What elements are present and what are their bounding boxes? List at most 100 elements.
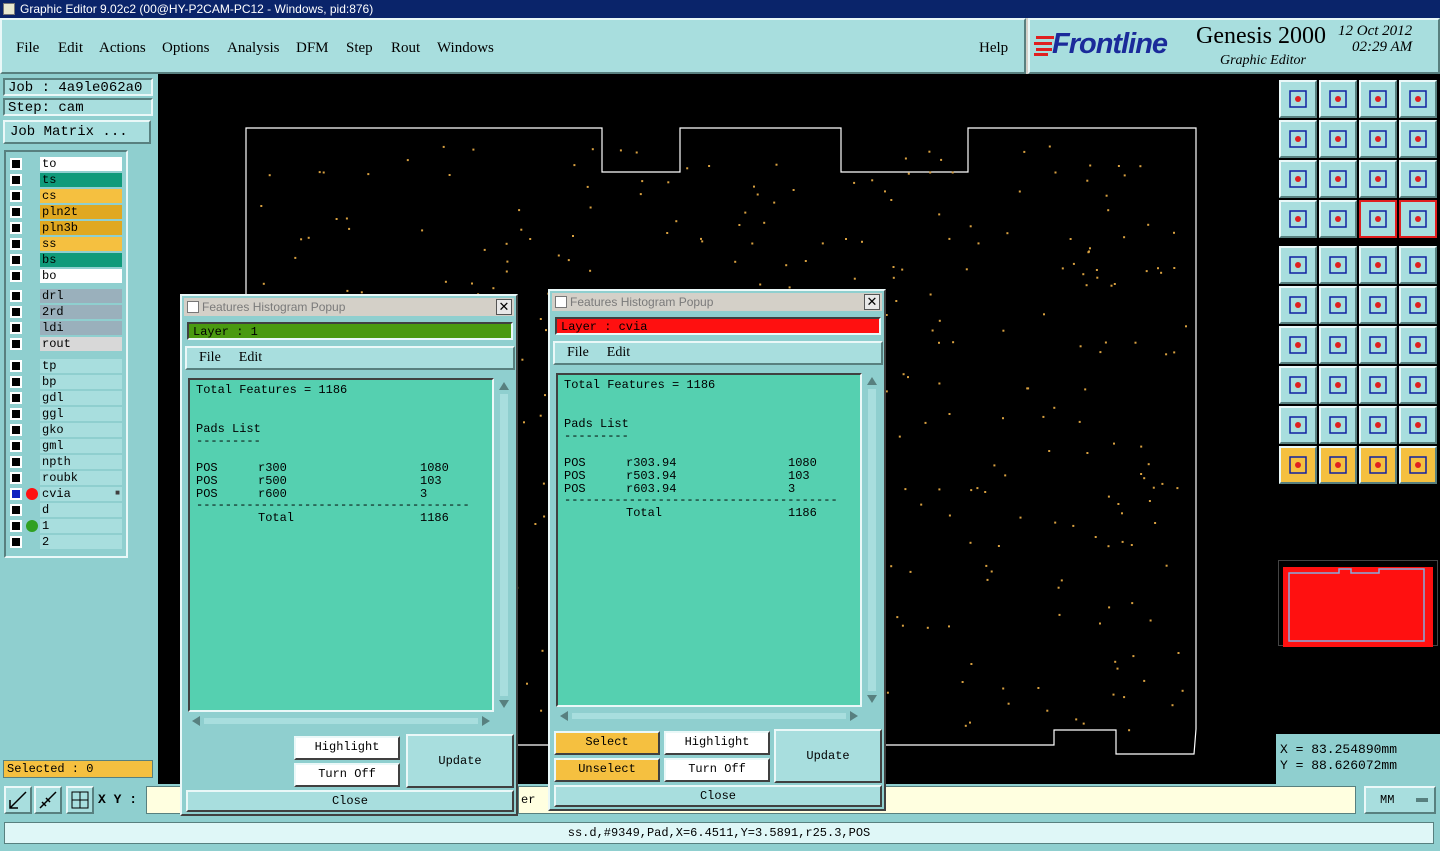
menu-edit[interactable]: Edit bbox=[58, 40, 83, 57]
layer-checkbox[interactable] bbox=[10, 360, 22, 372]
turn-off-button[interactable]: Turn Off bbox=[664, 758, 770, 782]
close-icon[interactable]: ✕ bbox=[864, 294, 880, 310]
draw-line-icon[interactable] bbox=[1319, 326, 1357, 364]
layer-row-bp[interactable]: bp bbox=[8, 374, 124, 390]
layer-row-npth[interactable]: npth bbox=[8, 454, 124, 470]
layer-checkbox[interactable] bbox=[10, 238, 22, 250]
layer-row-ss[interactable]: ss bbox=[8, 236, 124, 252]
layer-checkbox[interactable] bbox=[10, 376, 22, 388]
histogram-text-area[interactable]: Total Features = 1186 Pads List --------… bbox=[556, 373, 862, 707]
angle-line-icon[interactable] bbox=[1279, 326, 1317, 364]
select-active-icon[interactable] bbox=[1359, 446, 1397, 484]
layer-checkbox[interactable] bbox=[10, 322, 22, 334]
move-point-icon[interactable] bbox=[1359, 286, 1397, 324]
scale-1to2-icon[interactable] bbox=[1359, 160, 1397, 198]
layer-checkbox[interactable] bbox=[10, 158, 22, 170]
select-button[interactable]: Select bbox=[554, 731, 660, 755]
menu-analysis[interactable]: Analysis bbox=[227, 40, 280, 57]
mini-map[interactable] bbox=[1278, 560, 1438, 647]
menu-help[interactable]: Help bbox=[979, 40, 1008, 57]
align-icon[interactable] bbox=[1399, 326, 1437, 364]
grid-icon[interactable] bbox=[66, 786, 94, 814]
layer-row-to[interactable]: to bbox=[8, 156, 124, 172]
select-box-icon[interactable] bbox=[1319, 446, 1357, 484]
vertical-scrollbar[interactable] bbox=[864, 373, 880, 707]
layer-row-drl[interactable]: drl bbox=[8, 288, 124, 304]
triangle-icon[interactable] bbox=[1279, 406, 1317, 444]
pad-add-icon[interactable] bbox=[1279, 366, 1317, 404]
pad-tool-icon[interactable] bbox=[1279, 246, 1317, 284]
turn-off-button[interactable]: Turn Off bbox=[294, 763, 400, 787]
layer-checkbox[interactable] bbox=[10, 270, 22, 282]
highlight-button[interactable]: Highlight bbox=[294, 736, 400, 760]
layer-checkbox[interactable] bbox=[10, 440, 22, 452]
node-connect-icon[interactable] bbox=[1279, 286, 1317, 324]
layer-checkbox[interactable] bbox=[10, 392, 22, 404]
layer-row-1[interactable]: 1 bbox=[8, 518, 124, 534]
zoom-center-icon[interactable] bbox=[1319, 160, 1357, 198]
shape-select-icon[interactable] bbox=[1319, 246, 1357, 284]
horizontal-scrollbar[interactable] bbox=[188, 714, 494, 728]
layer-checkbox[interactable] bbox=[10, 174, 22, 186]
layer-checkbox[interactable] bbox=[10, 306, 22, 318]
layer-row-d[interactable]: d bbox=[8, 502, 124, 518]
layer-row-pln3b[interactable]: pln3b bbox=[8, 220, 124, 236]
horizontal-scrollbar[interactable] bbox=[556, 709, 862, 723]
menu-options[interactable]: Options bbox=[162, 40, 210, 57]
histogram-text-area[interactable]: Total Features = 1186 Pads List --------… bbox=[188, 378, 494, 712]
layer-checkbox[interactable] bbox=[10, 290, 22, 302]
save-icon[interactable] bbox=[1319, 80, 1357, 118]
layer-checkbox[interactable] bbox=[10, 222, 22, 234]
close-button[interactable]: Close bbox=[186, 790, 514, 812]
point-edit-icon[interactable] bbox=[1399, 286, 1437, 324]
close-icon[interactable]: ✕ bbox=[496, 299, 512, 315]
cross-delete-icon[interactable] bbox=[1319, 286, 1357, 324]
layer-row-gml[interactable]: gml bbox=[8, 438, 124, 454]
update-button[interactable]: Update bbox=[406, 734, 514, 788]
dimension-icon[interactable] bbox=[1359, 366, 1397, 404]
close-button[interactable]: Close bbox=[554, 785, 882, 807]
menu-file[interactable]: File bbox=[16, 40, 39, 57]
menu-actions[interactable]: Actions bbox=[99, 40, 146, 57]
layer-row-ts[interactable]: ts bbox=[8, 172, 124, 188]
layer-row-ldi[interactable]: ldi bbox=[8, 320, 124, 336]
settings-pen-icon[interactable] bbox=[1279, 200, 1317, 238]
popup-menu-edit[interactable]: Edit bbox=[239, 350, 262, 365]
menu-windows[interactable]: Windows bbox=[437, 40, 494, 57]
layer-checkbox[interactable] bbox=[10, 254, 22, 266]
pan-left-icon[interactable] bbox=[1279, 120, 1317, 158]
layer-checkbox[interactable] bbox=[10, 456, 22, 468]
route-icon[interactable] bbox=[1399, 446, 1437, 484]
popup-menu-file[interactable]: File bbox=[567, 345, 589, 360]
undo-redo-icon[interactable] bbox=[1359, 120, 1397, 158]
xy-input[interactable] bbox=[146, 786, 182, 814]
triangle-mirror-icon[interactable] bbox=[1399, 406, 1437, 444]
zoom-extents-icon[interactable] bbox=[1279, 160, 1317, 198]
vertical-scrollbar[interactable] bbox=[496, 378, 512, 712]
layer-colors-icon[interactable] bbox=[1359, 200, 1397, 238]
cluster-icon[interactable] bbox=[1399, 366, 1437, 404]
units-select[interactable]: MM bbox=[1364, 786, 1436, 814]
layer-row-2rd[interactable]: 2rd bbox=[8, 304, 124, 320]
window-split-icon[interactable] bbox=[1399, 80, 1437, 118]
pointer-icon[interactable] bbox=[1279, 446, 1317, 484]
measure-icon[interactable] bbox=[34, 786, 62, 814]
home-icon[interactable] bbox=[1359, 80, 1397, 118]
layer-row-gko[interactable]: gko bbox=[8, 422, 124, 438]
layer-row-roubk[interactable]: roubk bbox=[8, 470, 124, 486]
menu-step[interactable]: Step bbox=[346, 40, 373, 57]
highlight-button[interactable]: Highlight bbox=[664, 731, 770, 755]
layer-checkbox[interactable] bbox=[10, 536, 22, 548]
layer-row-tp[interactable]: tp bbox=[8, 358, 124, 374]
menu-dfm[interactable]: DFM bbox=[296, 40, 329, 57]
layer-checkbox[interactable] bbox=[10, 408, 22, 420]
layer-row-cs[interactable]: cs bbox=[8, 188, 124, 204]
zoom-fit-icon[interactable] bbox=[4, 786, 32, 814]
layer-row-pln2t[interactable]: pln2t bbox=[8, 204, 124, 220]
layer-row-rout[interactable]: rout bbox=[8, 336, 124, 352]
layer-row-bs[interactable]: bs bbox=[8, 252, 124, 268]
grid-toggle-icon[interactable] bbox=[1319, 200, 1357, 238]
help-icon[interactable] bbox=[1399, 160, 1437, 198]
layer-checkbox[interactable] bbox=[10, 520, 22, 532]
layer-row-gdl[interactable]: gdl bbox=[8, 390, 124, 406]
